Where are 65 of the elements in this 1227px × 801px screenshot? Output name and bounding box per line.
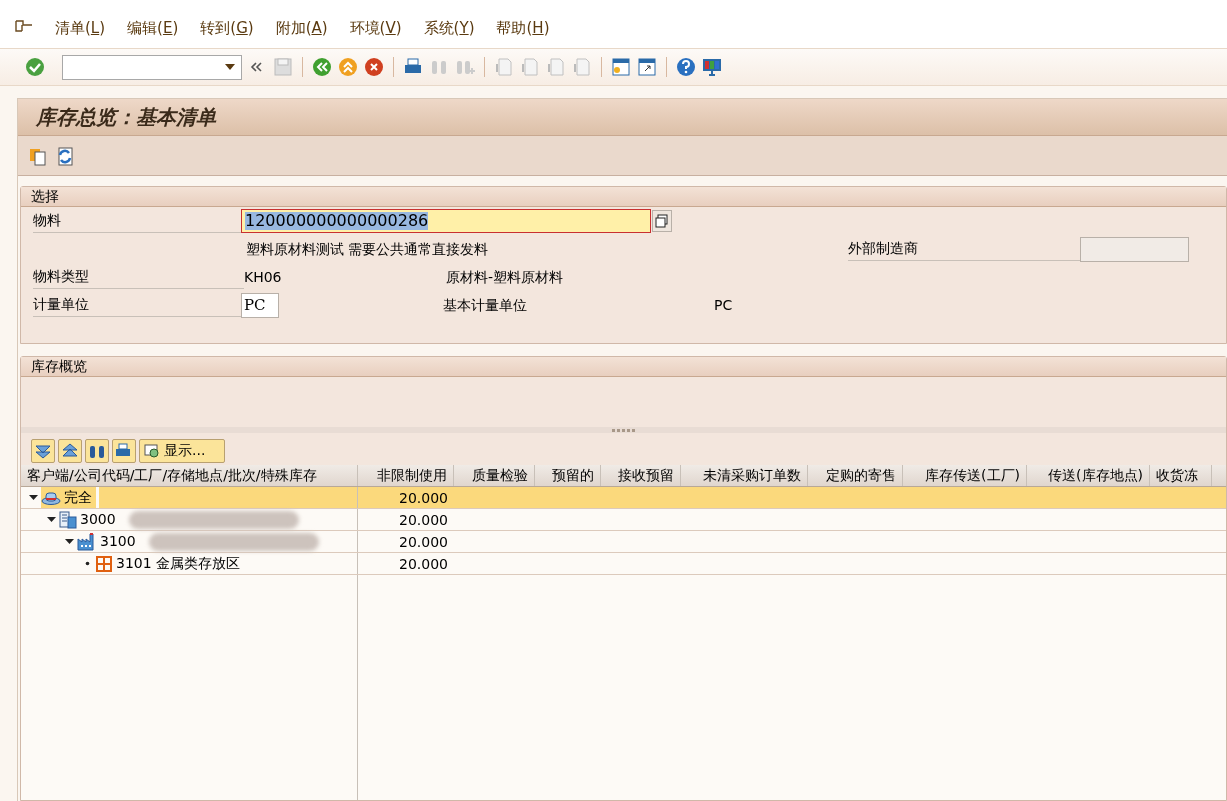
hat-icon: [41, 489, 61, 506]
expand-arrow-icon[interactable]: [47, 515, 56, 524]
expand-icon: [34, 442, 52, 459]
column-header[interactable]: 定购的寄售: [808, 465, 903, 486]
material-field[interactable]: 120000000000000286: [241, 209, 651, 233]
check-icon[interactable]: [24, 56, 46, 78]
base-unit-value: PC: [714, 295, 733, 315]
expand-arrow-icon[interactable]: [65, 537, 74, 546]
collapse-icon: [61, 442, 79, 459]
menu-item[interactable]: 清单(L): [44, 16, 117, 40]
manufacturer-field[interactable]: [1080, 236, 1189, 262]
group-title: 库存概览: [31, 357, 87, 376]
display-icon: [144, 442, 162, 459]
page-title: 库存总览：基本清单: [36, 104, 216, 131]
material-type-value: KH06: [244, 267, 283, 287]
tree-node-label[interactable]: 3101 金属类存放区: [116, 553, 241, 574]
caret-icon: [225, 64, 235, 70]
back-icon[interactable]: [311, 56, 333, 78]
tree-node-label[interactable]: 3100: [100, 531, 136, 552]
cancel-icon[interactable]: [363, 56, 385, 78]
menu-item[interactable]: 附加(A): [264, 16, 339, 40]
copy-icon[interactable]: [652, 210, 672, 232]
building-icon: [59, 510, 77, 529]
display-button[interactable]: 显示...: [139, 438, 225, 463]
column-header[interactable]: 收货冻: [1150, 465, 1212, 486]
material-type-description: 原材料-塑料原材料: [446, 267, 564, 287]
table-cell-text: 20.000: [398, 555, 449, 574]
column-header[interactable]: 传送(库存地点): [1027, 465, 1150, 486]
table-cell-text: 20.000: [398, 489, 449, 508]
binoculars-button[interactable]: [85, 438, 109, 463]
tree-node-label[interactable]: 3000: [80, 509, 116, 530]
bullet-icon: [83, 559, 92, 568]
column-header[interactable]: 库存传送(工厂): [903, 465, 1027, 486]
table-cell-text: 20.000: [398, 511, 449, 530]
menu-item[interactable]: 转到(G): [189, 16, 265, 40]
command-field[interactable]: [62, 54, 242, 80]
expand-arrow-icon[interactable]: [29, 493, 38, 502]
column-header[interactable]: 未清采购订单数: [681, 465, 808, 486]
column-header[interactable]: 非限制使用: [358, 465, 454, 486]
menu-item[interactable]: 编辑(E): [116, 16, 190, 40]
expand-button[interactable]: [31, 438, 55, 463]
field-label: 外部制造商: [848, 237, 1080, 261]
menu-item[interactable]: 帮助(H): [485, 16, 561, 40]
print-icon: [115, 442, 133, 459]
new-window-icon[interactable]: [610, 56, 632, 78]
window-icon[interactable]: [636, 56, 658, 78]
shelf-icon: [95, 554, 113, 573]
print-button[interactable]: [112, 438, 136, 463]
factory-icon: [77, 532, 97, 551]
group-title: 选择: [31, 187, 59, 206]
field-label: 物料: [33, 209, 241, 233]
table-cell-text: 20.000: [398, 533, 449, 552]
column-header[interactable]: 质量检验: [454, 465, 535, 486]
field-label: 基本计量单位: [443, 295, 528, 315]
column-header[interactable]: 客户端/公司代码/工厂/存储地点/批次/特殊库存: [21, 465, 358, 486]
monitor-icon[interactable]: [701, 56, 723, 78]
collapse-button[interactable]: [58, 438, 82, 463]
menu-item[interactable]: 系统(Y): [412, 16, 486, 40]
menu-item[interactable]: 环境(V): [338, 16, 413, 40]
column-header[interactable]: 预留的: [535, 465, 601, 486]
unit-field[interactable]: PC: [241, 292, 279, 318]
material-description: 塑料原材料测试 需要公共通常直接发料: [246, 239, 490, 259]
column-header[interactable]: 接收预留: [601, 465, 681, 486]
help-icon[interactable]: [675, 56, 697, 78]
field-label: 物料类型: [33, 265, 244, 289]
